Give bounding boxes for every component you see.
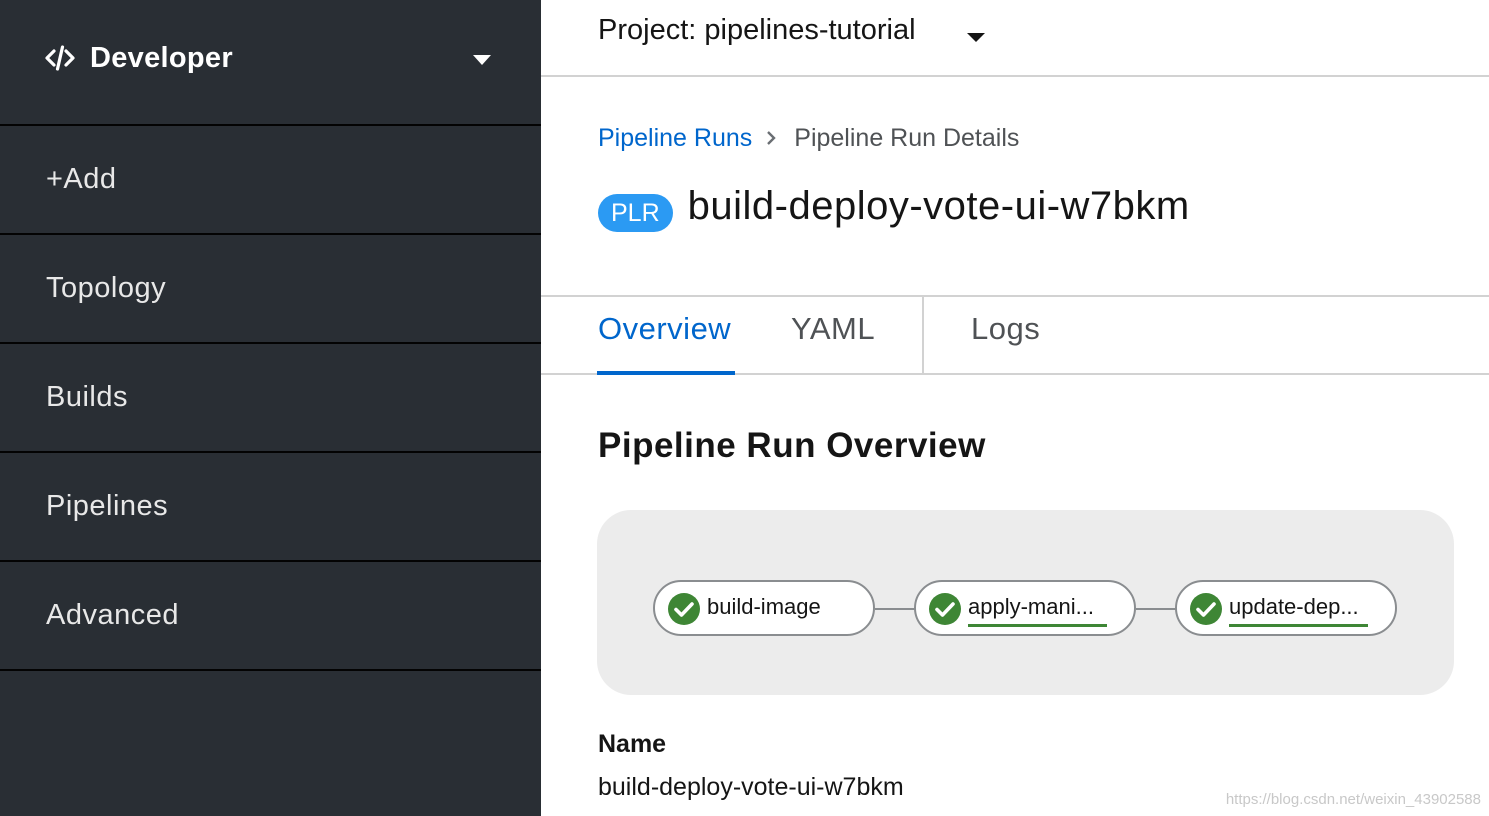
tab-logs[interactable]: Logs: [971, 311, 1040, 347]
sidebar-item-pipelines[interactable]: Pipelines: [0, 453, 541, 562]
sidebar-item-add[interactable]: +Add: [0, 126, 541, 235]
name-field-value: build-deploy-vote-ui-w7bkm: [598, 773, 904, 801]
check-circle-icon: [929, 593, 961, 625]
sidebar-item-topology[interactable]: Topology: [0, 235, 541, 344]
task-underline: [968, 624, 1107, 627]
tab-yaml[interactable]: YAML: [791, 311, 875, 347]
chevron-right-icon: [766, 126, 776, 152]
task-label: update-dep...: [1229, 594, 1359, 619]
pipeline-graph: build-image apply-mani... update-dep...: [597, 510, 1454, 695]
resource-badge: PLR: [598, 194, 673, 232]
active-tab-indicator: [597, 371, 735, 375]
graph-edge: [1136, 608, 1176, 610]
sidebar-item-builds[interactable]: Builds: [0, 344, 541, 453]
sidebar-item-advanced[interactable]: Advanced: [0, 562, 541, 671]
pipeline-task-build-image[interactable]: build-image: [653, 580, 875, 636]
project-bar: Project: pipelines-tutorial: [541, 0, 1489, 77]
perspective-switcher[interactable]: Developer: [0, 0, 541, 126]
pipeline-task-update-deployment[interactable]: update-dep...: [1175, 580, 1397, 636]
pipeline-task-apply-manifests[interactable]: apply-mani...: [914, 580, 1136, 636]
project-selector[interactable]: Project: pipelines-tutorial: [598, 14, 916, 47]
breadcrumb-link-pipeline-runs[interactable]: Pipeline Runs: [598, 124, 752, 153]
caret-down-icon: [473, 55, 491, 65]
watermark: https://blog.csdn.net/weixin_43902588: [1225, 791, 1481, 808]
tab-divider: [922, 297, 924, 375]
check-circle-icon: [1190, 593, 1222, 625]
main-content: Project: pipelines-tutorial Pipeline Run…: [541, 0, 1489, 816]
tabs: Overview YAML Logs: [541, 295, 1489, 375]
sidebar: Developer +Add Topology Builds Pipelines…: [0, 0, 541, 816]
perspective-label: Developer: [90, 41, 233, 74]
graph-edge: [875, 608, 915, 610]
breadcrumb-current: Pipeline Run Details: [794, 124, 1020, 152]
task-label: apply-mani...: [968, 594, 1094, 619]
task-label: build-image: [707, 594, 821, 619]
check-circle-icon: [668, 593, 700, 625]
section-title: Pipeline Run Overview: [598, 426, 986, 465]
page-title: build-deploy-vote-ui-w7bkm: [687, 183, 1190, 228]
code-icon: [45, 45, 75, 71]
page-heading: PLR build-deploy-vote-ui-w7bkm: [598, 180, 1190, 232]
name-field-label: Name: [598, 730, 667, 758]
task-underline: [1229, 624, 1368, 627]
breadcrumb: Pipeline Runs Pipeline Run Details: [598, 124, 1019, 153]
caret-down-icon[interactable]: [967, 33, 985, 42]
tab-overview[interactable]: Overview: [598, 311, 731, 347]
